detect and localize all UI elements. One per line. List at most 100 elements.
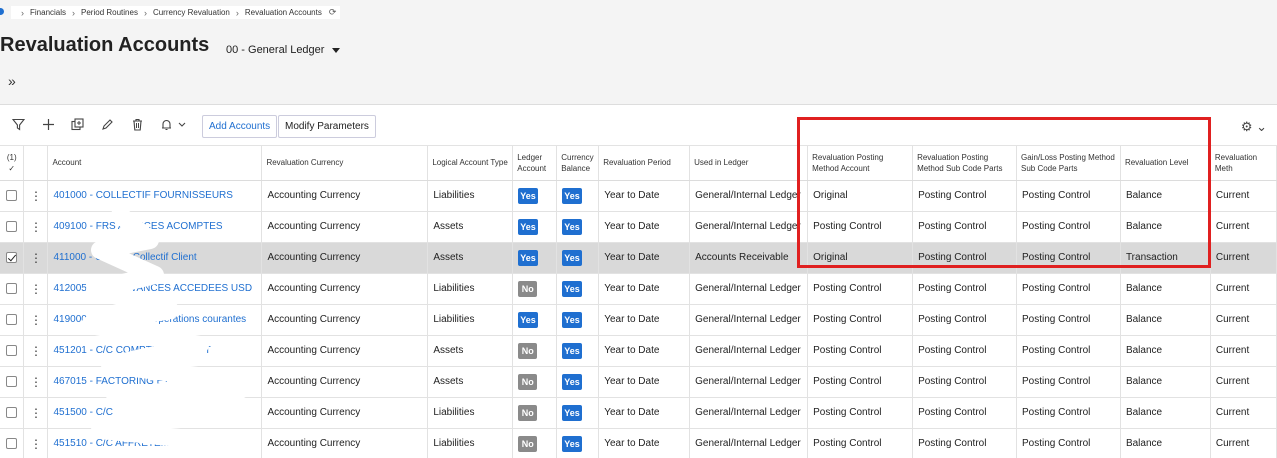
table-row[interactable]: ⋮ 467015 - FACTORING ET GARANTIES Accounti… [0,366,1277,398]
column-header-reval-period[interactable]: Revaluation Period [598,146,691,181]
currency-balance-badge: Yes [562,280,582,297]
account-link[interactable]: 412005 - CPTE AVANCES ACCEDEES USD [53,283,252,294]
account-cell[interactable]: 419000 - Avances sur opérations courante… [47,304,263,336]
column-header-posting-method-account[interactable]: Revaluation Posting Method Account [807,146,914,181]
logical-type-cell: Liabilities [427,273,514,305]
posting-method-account-cell: Posting Control [807,335,914,367]
row-checkbox-cell[interactable] [0,273,25,305]
add-accounts-button[interactable]: Add Accounts [202,115,278,138]
row-menu-icon[interactable]: ⋮ [23,273,49,305]
reval-method-cell: Current [1210,428,1277,458]
row-menu-icon[interactable]: ⋮ [23,211,49,243]
logical-type-cell: Liabilities [427,180,514,212]
column-header-reval-method[interactable]: Revaluation Meth [1210,146,1277,181]
row-checkbox[interactable] [6,220,18,232]
account-link[interactable]: 419000 - Avances sur opérations courante… [53,314,246,325]
account-cell[interactable]: 451500 - C/C [47,397,263,429]
reval-currency-cell: Accounting Currency [261,366,429,398]
row-checkbox[interactable] [6,344,18,356]
reval-level-cell: Balance [1120,273,1211,305]
account-link[interactable]: 401000 - COLLECTIF FOURNISSEURS [53,190,233,201]
home-icon[interactable] [0,8,4,15]
account-link[interactable]: 467015 - FACTORING ET GARANTIES [53,376,229,387]
currency-balance-badge: Yes [562,249,582,266]
account-link[interactable]: 409100 - FRS AVANCES ACOMPTES [53,221,222,232]
row-checkbox[interactable] [6,189,18,201]
account-link[interactable]: 451500 - C/C [53,407,112,418]
row-checkbox-cell[interactable] [0,180,25,212]
used-in-ledger-cell: General/Internal Ledger [689,397,809,429]
account-cell[interactable]: 411000 - Compte Collectif Client [47,242,263,274]
account-link[interactable]: 451201 - C/C COMPTE COURANT [53,345,210,356]
row-menu-icon[interactable]: ⋮ [23,180,49,212]
row-checkbox[interactable] [6,313,18,325]
chevron-right-icon: › [21,7,24,18]
table-row[interactable]: ⋮ 409100 - FRS AVANCES ACOMPTES Accounting… [0,211,1277,243]
used-in-ledger-cell: General/Internal Ledger [689,304,809,336]
account-link[interactable]: 451510 - C/C AFFRETEMENT [53,438,189,449]
logical-type-cell: Assets [427,335,514,367]
row-menu-icon[interactable]: ⋮ [23,335,49,367]
row-checkbox-cell[interactable] [0,335,25,367]
row-checkbox[interactable] [6,251,18,263]
account-cell[interactable]: 409100 - FRS AVANCES ACOMPTES [47,211,263,243]
delete-icon[interactable] [131,118,144,134]
column-header-posting-method-subcode[interactable]: Revaluation Posting Method Sub Code Part… [912,146,1017,181]
table-row[interactable]: ⋮ 451510 - C/C AFFRETEMENT Accounting Curr… [0,428,1277,458]
table-row[interactable]: ⋮ 412005 - CPTE AVANCES ACCEDEES USD Accou… [0,273,1277,305]
row-checkbox[interactable] [6,406,18,418]
breadcrumb-item[interactable]: Currency Revaluation [153,8,230,17]
column-header-reval-currency[interactable]: Revaluation Currency [261,146,429,181]
modify-parameters-button[interactable]: Modify Parameters [278,115,376,138]
column-header-used-in-ledger[interactable]: Used in Ledger [689,146,809,181]
column-header-currency-balance[interactable]: Currency Balance [556,146,600,181]
column-header-ledger-account[interactable]: Ledger Account [512,146,558,181]
row-menu-icon[interactable]: ⋮ [23,397,49,429]
reval-method-cell: Current [1210,397,1277,429]
account-cell[interactable]: 401000 - COLLECTIF FOURNISSEURS [47,180,263,212]
add-icon[interactable] [42,118,55,134]
bell-icon[interactable] [160,118,186,134]
row-menu-icon[interactable]: ⋮ [23,242,49,274]
table-row[interactable]: ⋮ 419000 - Avances sur opérations courant… [0,304,1277,336]
column-header-reval-level[interactable]: Revaluation Level [1120,146,1211,181]
table-row[interactable]: ⋮ 401000 - COLLECTIF FOURNISSEURS Accounti… [0,180,1277,212]
refresh-icon[interactable]: ⟳ [329,7,337,18]
row-checkbox-cell[interactable] [0,211,25,243]
table-row[interactable]: ⋮ 451201 - C/C COMPTE COURANT Accounting C… [0,335,1277,367]
row-menu-icon[interactable]: ⋮ [23,304,49,336]
row-checkbox[interactable] [6,437,18,449]
account-link[interactable]: 411000 - Compte Collectif Client [53,252,196,263]
account-cell[interactable]: 451201 - C/C COMPTE COURANT [47,335,263,367]
duplicate-icon[interactable] [71,118,84,134]
row-checkbox-cell[interactable] [0,304,25,336]
row-checkbox-cell[interactable] [0,428,25,458]
column-header-account[interactable]: Account [47,146,263,181]
table-row[interactable]: ⋮ 451500 - C/C Accounting Currency Liabilit… [0,397,1277,429]
row-menu-icon[interactable]: ⋮ [23,366,49,398]
account-cell[interactable]: 467015 - FACTORING ET GARANTIES [47,366,263,398]
column-header-logical-type[interactable]: Logical Account Type [427,146,514,181]
expand-panel-icon[interactable]: » [8,73,16,89]
account-cell[interactable]: 451510 - C/C AFFRETEMENT [47,428,263,458]
row-checkbox[interactable] [6,375,18,387]
reval-currency-cell: Accounting Currency [261,304,429,336]
account-cell[interactable]: 412005 - CPTE AVANCES ACCEDEES USD [47,273,263,305]
row-checkbox-cell[interactable] [0,242,25,274]
row-checkbox-cell[interactable] [0,397,25,429]
ledger-selector[interactable]: 00 - General Ledger [226,44,341,56]
row-menu-icon[interactable]: ⋮ [23,428,49,458]
gear-icon[interactable]: ⚙ ⌄ [1241,119,1267,135]
edit-icon[interactable] [101,118,114,134]
select-all-header[interactable]: (1) ✓ [0,146,25,181]
ledger-label: 00 - General Ledger [226,44,325,56]
posting-method-subcode-cell: Posting Control [912,428,1017,458]
filter-icon[interactable] [11,118,26,134]
table-row[interactable]: ⋮ 411000 - Compte Collectif Client Account… [0,242,1277,274]
row-checkbox[interactable] [6,282,18,294]
reval-period-cell: Year to Date [598,242,691,274]
row-checkbox-cell[interactable] [0,366,25,398]
breadcrumb-item[interactable]: Period Routines [81,8,138,17]
column-header-gainloss-subcode[interactable]: Gain/Loss Posting Method Sub Code Parts [1016,146,1121,181]
breadcrumb-item[interactable]: Financials [30,8,66,17]
